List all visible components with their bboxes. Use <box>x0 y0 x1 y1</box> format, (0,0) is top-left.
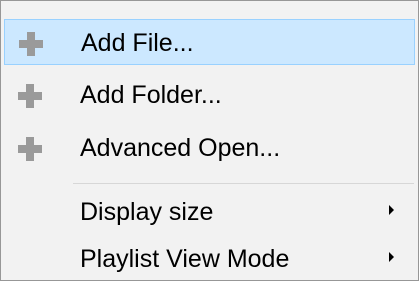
menu-item-label: Display size <box>80 198 214 226</box>
menu-item-label: Advanced Open... <box>80 134 281 162</box>
menu-item-add-folder[interactable]: Add Folder... <box>4 72 415 118</box>
submenu-arrow-icon <box>389 205 394 215</box>
plus-icon <box>18 137 42 161</box>
plus-icon <box>19 32 43 56</box>
menu-item-playlist-view-mode[interactable]: Playlist View Mode <box>4 236 415 282</box>
menu-separator <box>73 183 414 184</box>
submenu-arrow-icon <box>389 252 394 262</box>
menu-item-advanced-open[interactable]: Advanced Open... <box>4 125 415 171</box>
menu-item-add-file[interactable]: Add File... <box>4 19 415 65</box>
menu-item-label: Playlist View Mode <box>80 245 290 273</box>
plus-icon <box>18 84 42 108</box>
context-menu: Add File... Add Folder... Advanced Open.… <box>0 0 419 281</box>
menu-item-display-size[interactable]: Display size <box>4 189 415 235</box>
menu-item-label: Add File... <box>81 29 194 57</box>
menu-item-label: Add Folder... <box>80 81 222 109</box>
